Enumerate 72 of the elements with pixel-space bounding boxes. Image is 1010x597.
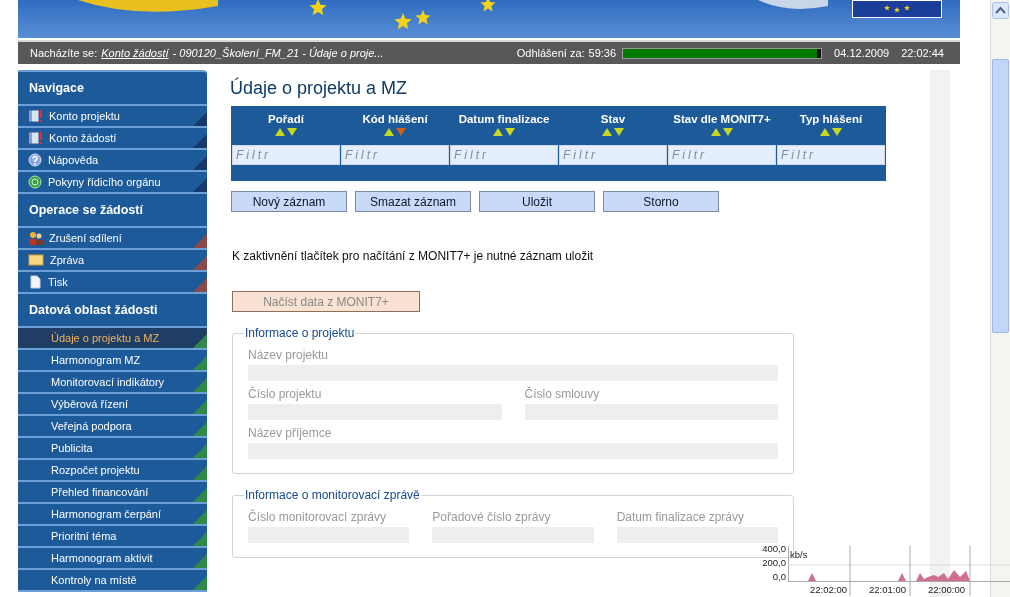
sidebar-item[interactable]: Prioritní téma xyxy=(18,526,207,548)
axis-tick-label: 22:01:00 xyxy=(869,584,906,595)
column-header[interactable]: Stav dle MONIT7+ xyxy=(673,113,771,125)
toolbar-button[interactable]: Uložit xyxy=(479,191,595,212)
sidebar-item[interactable]: Konto projektu xyxy=(18,106,207,128)
sidebar-item[interactable]: Veřejná podpora xyxy=(18,416,207,438)
column-header[interactable]: Stav xyxy=(600,113,626,125)
axis-tick-label: 200,0 xyxy=(762,557,786,568)
field-label: Číslo projektu xyxy=(248,387,323,401)
sidebar-item[interactable]: Harmonogram aktivit xyxy=(18,548,207,570)
sidebar-section-title: Operace se žádostí xyxy=(18,194,207,228)
help-icon xyxy=(28,175,42,189)
info-text: K zaktivnění tlačítek pro načítání z MONIT7+ je nutné záznam uložit xyxy=(232,249,594,263)
section-legend: Informace o projektu xyxy=(244,326,356,340)
notebook-icon xyxy=(28,131,43,145)
field-label: Pořadové číslo zprávy xyxy=(432,510,552,524)
notebook-icon xyxy=(28,109,43,123)
field-label: Název projektu xyxy=(248,348,330,362)
date-text: 04.12.2009 xyxy=(834,47,890,59)
envelope-icon xyxy=(28,253,44,267)
help-icon xyxy=(28,153,42,167)
breadcrumb-label: Nacházíte se: xyxy=(30,47,98,59)
breadcrumb-link[interactable]: Konto žádostí xyxy=(101,47,169,59)
filter-field[interactable]: Filtr xyxy=(559,145,667,165)
users-icon xyxy=(28,231,43,245)
sidebar-item[interactable]: Rozpočet projektu xyxy=(18,460,207,482)
sidebar-item[interactable]: Zrušení sdílení xyxy=(18,228,207,250)
column-header[interactable]: Pořadí xyxy=(268,113,304,125)
filter-field[interactable]: Filtr xyxy=(450,145,558,165)
filter-field[interactable]: Filtr xyxy=(777,145,885,165)
sidebar-item[interactable]: Údaje o projektu a MZ xyxy=(18,328,207,350)
toolbar-button[interactable]: Smazat záznam xyxy=(355,191,471,212)
sidebar-item[interactable]: Zpráva xyxy=(18,250,207,272)
scroll-up-icon xyxy=(992,2,1009,19)
sidebar-item[interactable]: Kontroly na místě xyxy=(18,570,207,592)
axis-tick-label: 22:02:00 xyxy=(810,584,847,595)
field-label: Název příjemce xyxy=(248,426,333,440)
toolbar-button[interactable]: Nový záznam xyxy=(231,191,347,212)
column-header[interactable]: Kód hlášení xyxy=(362,113,428,125)
sidebar-item[interactable]: Výběrová řízení xyxy=(18,394,207,416)
sidebar-section-title: Navigace xyxy=(18,72,207,106)
field-label: Datum finalizace zprávy xyxy=(616,510,746,524)
logout-label: Odhlášení za: xyxy=(516,47,585,59)
page-title: Údaje o projektu a MZ xyxy=(229,76,408,100)
scrollbar-thumb[interactable] xyxy=(992,59,1009,333)
filter-field[interactable]: Filtr xyxy=(668,145,776,165)
sidebar-item[interactable]: Harmonogram MZ xyxy=(18,350,207,372)
axis-tick-label: 0,0 xyxy=(772,571,786,582)
filter-field[interactable]: Filtr xyxy=(232,145,340,165)
sidebar-item[interactable]: Pokyny řídicího orgánu xyxy=(18,172,207,194)
sidebar-item[interactable]: Přehled financování xyxy=(18,482,207,504)
axis-tick-label: 22:00:00 xyxy=(927,584,965,595)
sidebar-item[interactable]: Harmonogram čerpání xyxy=(18,504,207,526)
eu-flag-icon xyxy=(852,0,942,18)
sidebar-item[interactable]: Publicita xyxy=(18,438,207,460)
column-header[interactable]: Typ hlášení xyxy=(799,113,863,125)
breadcrumb-path: - 090120_Školení_FM_21 - Údaje o proje... xyxy=(172,47,384,59)
field-label: Číslo monitorovací zprávy xyxy=(248,510,388,524)
axis-tick-label: 400,0 xyxy=(762,543,786,554)
sidebar-item[interactable]: Tisk xyxy=(18,272,207,294)
time-text: 22:02:44 xyxy=(901,47,944,59)
sidebar-item[interactable]: Nápověda xyxy=(18,150,207,172)
section-legend: Informace o monitorovací zprávě xyxy=(244,488,421,502)
filter-field[interactable]: Filtr xyxy=(341,145,449,165)
sidebar-item[interactable]: Monitorovací indikátory xyxy=(18,372,207,394)
unit-label: kb/s xyxy=(790,549,808,560)
document-icon xyxy=(28,275,42,289)
sidebar-item[interactable]: Konto žádostí xyxy=(18,128,207,150)
column-header[interactable]: Datum finalizace xyxy=(458,113,550,125)
toolbar-button[interactable]: Storno xyxy=(603,191,719,212)
logout-timer: 59:36 xyxy=(588,47,617,59)
field-label: Číslo smlouvy xyxy=(524,387,601,401)
